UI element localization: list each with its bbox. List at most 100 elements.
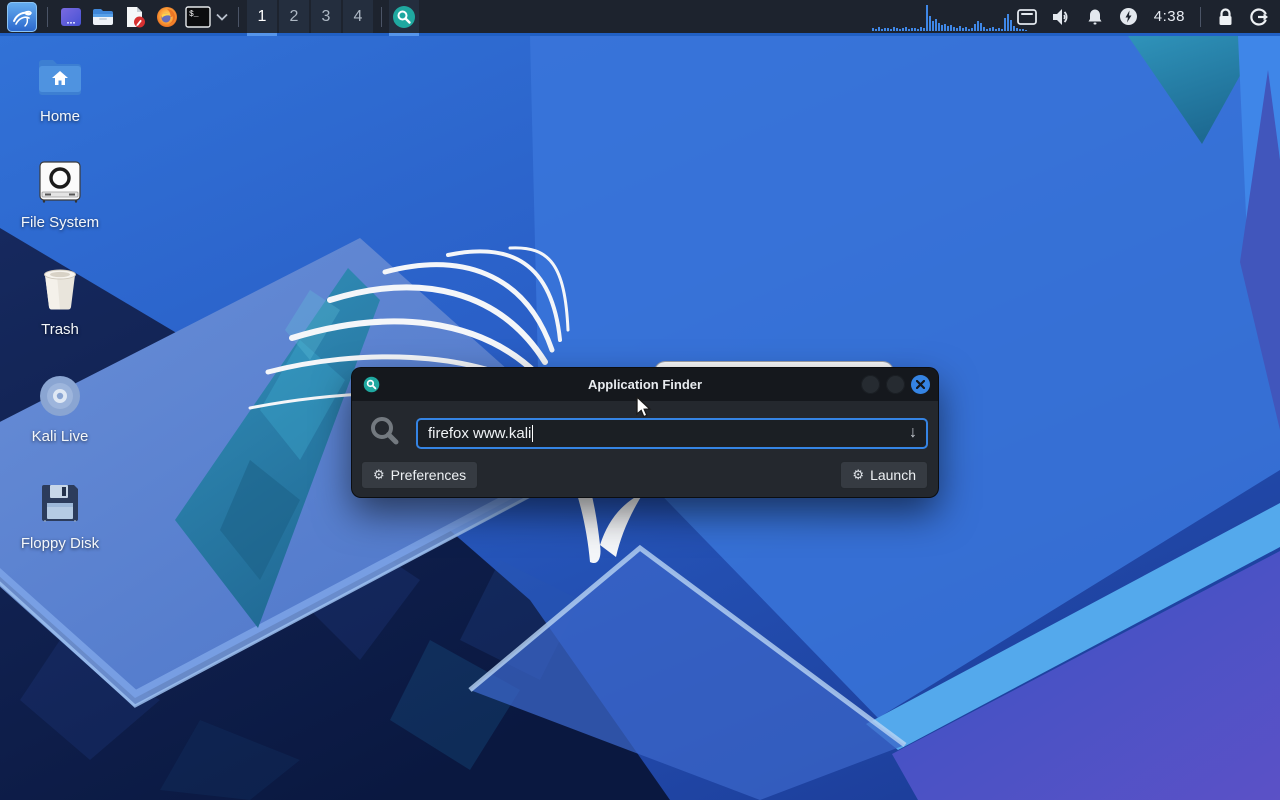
desktop-icon-home[interactable]: Home: [12, 52, 108, 125]
graph-bar: [994, 28, 997, 31]
power-manager-tray-button[interactable]: [1112, 0, 1146, 33]
graph-bar: [946, 25, 949, 31]
chevron-down-icon: [216, 13, 228, 21]
graph-bar: [916, 28, 919, 31]
app-finder-panel-button[interactable]: [389, 0, 419, 36]
graph-bar: [937, 22, 940, 31]
graph-bar: [973, 23, 976, 31]
graph-bar: [1003, 17, 1006, 31]
display-icon: [1016, 8, 1037, 25]
firefox-launcher[interactable]: [151, 0, 183, 33]
window-manager-launcher[interactable]: [55, 0, 87, 33]
maximize-button[interactable]: [886, 375, 905, 394]
text-editor-launcher[interactable]: [119, 0, 151, 33]
svg-text:$_: $_: [189, 10, 199, 19]
panel-separator: [238, 6, 239, 27]
logout-button[interactable]: [1242, 0, 1276, 33]
search-input-value: firefox www.kali: [428, 425, 532, 442]
desktop-icon-label: Kali Live: [31, 428, 89, 445]
graph-bar: [943, 23, 946, 31]
mouse-cursor: [636, 396, 652, 418]
desktop-icon-file-system[interactable]: File System: [12, 158, 108, 231]
workspace-3[interactable]: 3: [311, 0, 341, 33]
graph-bar: [985, 28, 988, 31]
graph-bar: [874, 28, 877, 31]
search-input[interactable]: firefox www.kali ↓: [416, 418, 928, 449]
display-tray-button[interactable]: [1010, 0, 1044, 33]
volume-tray-button[interactable]: [1044, 0, 1078, 33]
trash-can-icon: [44, 269, 76, 310]
floppy-disk-icon: [42, 485, 78, 522]
top-panel: $_ 1 2 3 4 4:38: [0, 0, 1280, 36]
graph-bar: [979, 22, 982, 31]
graph-bar: [988, 27, 991, 31]
graph-bar: [934, 18, 937, 31]
desktop-icon-kali-live[interactable]: Kali Live: [12, 372, 108, 445]
clock[interactable]: 4:38: [1146, 0, 1193, 33]
text-caret: [532, 425, 534, 442]
lock-screen-button[interactable]: [1208, 0, 1242, 33]
graph-bar: [1006, 13, 1009, 31]
workspace-2[interactable]: 2: [279, 0, 309, 33]
graph-bar: [982, 26, 985, 31]
power-bolt-icon: [1120, 8, 1138, 25]
gear-icon: ⚙: [373, 467, 385, 482]
graph-bar: [961, 27, 964, 31]
workspace-4-label: 4: [353, 7, 363, 25]
file-manager-icon: [93, 8, 113, 25]
desktop-icon-label: Floppy Disk: [20, 535, 100, 552]
graph-bar: [871, 27, 874, 31]
graph-bar: [991, 26, 994, 31]
minimize-button[interactable]: [861, 375, 880, 394]
clock-label: 4:38: [1153, 8, 1185, 25]
dropdown-arrow-icon[interactable]: ↓: [909, 424, 917, 442]
text-editor-icon: [127, 6, 145, 27]
panel-separator: [381, 6, 382, 27]
workspace-3-label: 3: [321, 7, 331, 25]
system-load-graph[interactable]: [871, 3, 1027, 31]
terminal-launcher[interactable]: $_: [183, 0, 213, 33]
lock-icon: [1219, 7, 1231, 25]
graph-bar: [907, 28, 910, 31]
cd-disc-icon: [40, 376, 80, 416]
file-manager-launcher[interactable]: [87, 0, 119, 33]
graph-bar: [964, 26, 967, 31]
workspace-1-label: 1: [257, 7, 267, 25]
graph-bar: [889, 28, 892, 31]
graph-bar: [997, 27, 1000, 31]
graph-bar: [880, 28, 883, 31]
graph-bar: [928, 15, 931, 31]
close-button[interactable]: [911, 375, 930, 394]
window-title: Application Finder: [587, 377, 703, 392]
graph-bar: [952, 26, 955, 31]
graph-bar: [901, 27, 904, 31]
desktop-icon-trash[interactable]: Trash: [12, 265, 108, 338]
close-icon: [916, 380, 925, 389]
preferences-button[interactable]: ⚙ Preferences: [361, 461, 479, 489]
graph-bar: [919, 26, 922, 31]
notifications-tray-button[interactable]: [1078, 0, 1112, 33]
graph-bar: [931, 20, 934, 31]
graph-bar: [883, 27, 886, 31]
graph-bar: [940, 24, 943, 31]
desktop-icon-floppy-disk[interactable]: Floppy Disk: [12, 479, 108, 552]
terminal-dropdown-button[interactable]: [213, 0, 231, 33]
graph-bar: [976, 20, 979, 31]
launch-button-label: Launch: [870, 467, 916, 483]
kali-menu-button[interactable]: [7, 0, 37, 33]
workspace-1[interactable]: 1: [247, 0, 277, 36]
graph-bar: [1000, 28, 1003, 31]
launch-gear-icon: ⚙: [852, 467, 865, 482]
firefox-icon: [157, 6, 177, 27]
speaker-icon: [1052, 8, 1068, 25]
kali-logo-icon: [13, 10, 32, 27]
app-finder-icon: [393, 5, 415, 28]
launch-button[interactable]: ⚙ Launch: [840, 461, 928, 489]
workspace-4[interactable]: 4: [343, 0, 373, 33]
panel-separator: [47, 6, 48, 27]
desktop-icon-label: Trash: [41, 321, 79, 338]
home-folder-icon: [39, 60, 81, 95]
app-finder-icon: [363, 376, 380, 393]
graph-bar: [898, 28, 901, 31]
graph-bar: [955, 27, 958, 31]
